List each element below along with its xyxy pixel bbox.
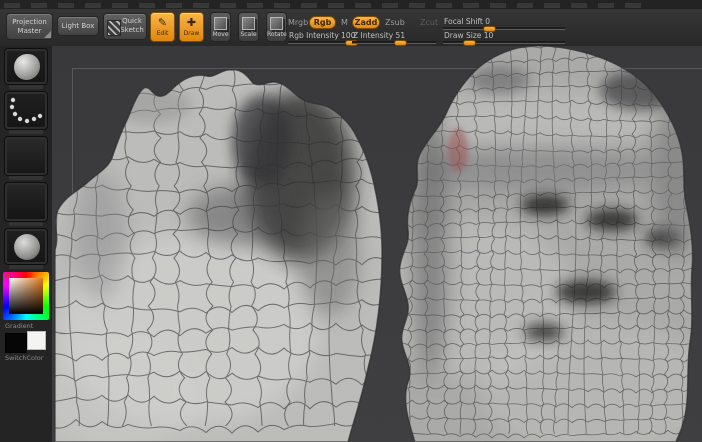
light-box-label: Light Box (61, 22, 95, 30)
light-box-button[interactable]: Light Box (57, 16, 99, 36)
document-canvas[interactable] (52, 46, 702, 442)
brush-selector-thumbnail[interactable] (4, 48, 48, 85)
draw-mode-button[interactable]: ✚ Draw (179, 12, 204, 42)
stroke-dots-icon (9, 97, 43, 124)
rotate-label: Rotate (267, 31, 287, 38)
texture-selector-thumbnail[interactable] (4, 182, 48, 222)
mrgb-toggle[interactable]: Mrgb (288, 18, 308, 27)
projection-master-button[interactable]: Projection Master (6, 13, 53, 40)
m-toggle[interactable]: M (341, 18, 348, 27)
move-box-icon (214, 17, 227, 30)
draw-size-slider[interactable]: Draw Size 10 (443, 31, 565, 46)
rgb-toggle-active[interactable]: Rgb (309, 16, 336, 29)
alpha-name-label (9, 176, 43, 180)
sculpted-hand-mesh-right[interactable] (376, 46, 702, 442)
zsub-toggle[interactable]: Zsub (385, 18, 405, 27)
rotate-mode-button[interactable]: Rotate (266, 12, 287, 42)
color-picker[interactable] (3, 272, 49, 320)
z-intensity-value: Z Intensity 51 (353, 31, 406, 40)
pencil-icon: ✎ (157, 16, 168, 29)
sculpted-hand-mesh-left[interactable] (52, 59, 395, 442)
hatch-lines-icon (107, 20, 121, 36)
draw-label: Draw (183, 30, 200, 37)
saturation-value-square[interactable] (9, 278, 43, 314)
edit-mode-button[interactable]: ✎ Edit (150, 12, 175, 42)
move-mode-button[interactable]: Move (210, 12, 231, 42)
projection-master-label-1: Projection (12, 18, 47, 26)
top-shelf-toolbar: Projection Master Light Box Quick Sketch… (0, 9, 702, 47)
color-swatches (0, 330, 52, 353)
zbrush-window: Projection Master Light Box Quick Sketch… (0, 0, 702, 442)
material-name-label (9, 265, 43, 269)
sculpt-viewport[interactable] (52, 46, 702, 442)
quick-sketch-button[interactable]: Quick Sketch (103, 13, 147, 40)
menubar-item-marks (4, 3, 642, 8)
quick-sketch-label-1: Quick (122, 17, 142, 25)
rotate-box-icon (270, 17, 283, 30)
slider-track (443, 27, 565, 30)
focal-shift-slider[interactable]: Focal Shift 0 (443, 17, 565, 32)
left-tool-sidebar: Gradient SwitchColor (0, 46, 53, 442)
switch-color-label[interactable]: SwitchColor (0, 354, 52, 362)
red-paint-smudge (361, 91, 375, 117)
scale-box-icon (242, 17, 255, 30)
zadd-toggle-active[interactable]: Zadd (352, 16, 380, 29)
corner-fold-icon (44, 31, 51, 38)
material-selector-thumbnail[interactable] (4, 228, 48, 265)
secondary-color-swatch[interactable] (27, 331, 46, 350)
brush-name-label (9, 85, 43, 89)
scale-mode-button[interactable]: Scale (238, 12, 259, 42)
scale-label: Scale (240, 31, 257, 38)
rgb-intensity-value: Rgb Intensity 100 (289, 31, 356, 40)
stroke-selector-thumbnail[interactable] (4, 91, 48, 130)
material-sphere-icon (14, 234, 40, 260)
main-color-swatch[interactable] (5, 333, 27, 353)
edit-label: Edit (156, 30, 169, 37)
picker-cursor-icon (5, 274, 10, 278)
alpha-selector-thumbnail[interactable] (4, 136, 48, 176)
focal-shift-value: Focal Shift 0 (444, 17, 491, 26)
gradient-label[interactable]: Gradient (0, 322, 52, 330)
move-label: Move (212, 31, 229, 38)
texture-name-label (9, 222, 43, 226)
zcut-toggle-disabled: Zcut (420, 18, 439, 27)
z-intensity-slider[interactable]: Z Intensity 51 (352, 31, 436, 46)
draw-size-value: Draw Size 10 (444, 31, 494, 40)
slider-track (443, 41, 565, 44)
cross-arrows-icon: ✚ (186, 16, 197, 29)
rgb-intensity-slider[interactable]: Rgb Intensity 100 (288, 31, 358, 46)
quick-sketch-label-2: Sketch (120, 26, 144, 35)
red-paint-patch (448, 128, 468, 172)
brush-preview-icon (14, 54, 40, 80)
